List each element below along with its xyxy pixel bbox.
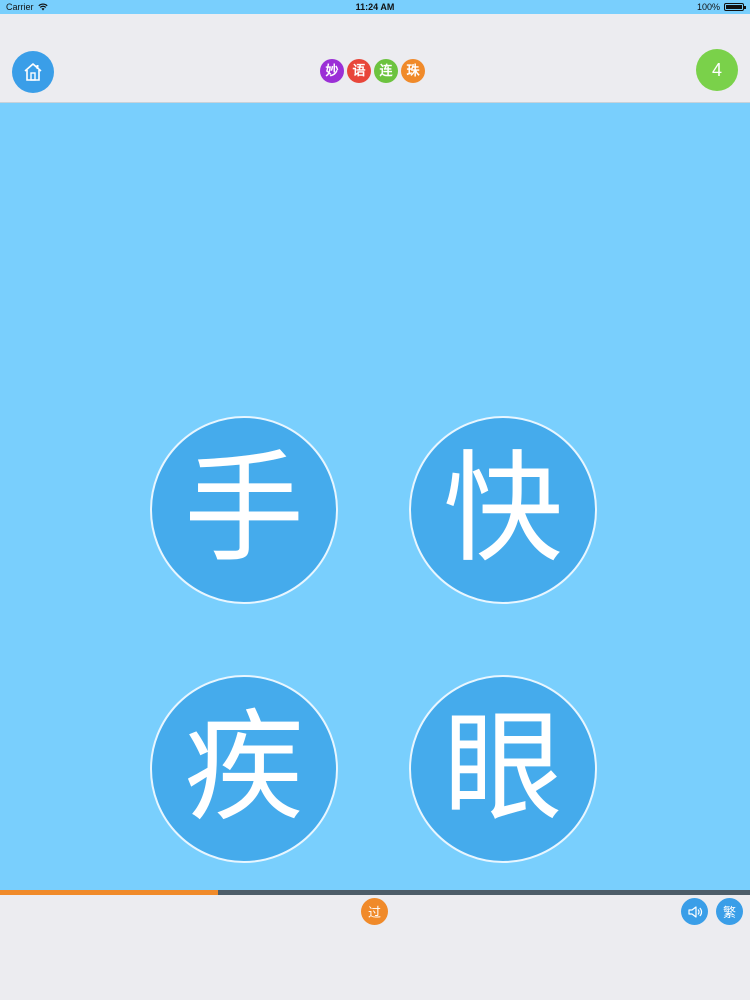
game-board: 手 快 疾 眼 (0, 103, 750, 890)
logo-character: 妙 (320, 59, 344, 83)
home-button[interactable] (12, 51, 54, 93)
skip-button[interactable]: 过 (361, 898, 388, 925)
character-tile[interactable]: 疾 (150, 675, 338, 863)
status-right: 100% (696, 2, 746, 12)
status-time: 11:24 AM (355, 2, 395, 12)
game-logo: 妙语连珠 (320, 59, 425, 83)
header: 妙语连珠 4 (0, 14, 750, 103)
home-icon (24, 63, 42, 81)
level-badge: 4 (696, 49, 738, 91)
logo-character: 语 (347, 59, 371, 83)
battery-percent: 100% (696, 2, 720, 12)
speaker-icon (687, 905, 702, 918)
battery-icon (724, 3, 746, 11)
logo-character: 珠 (401, 59, 425, 83)
character-tile[interactable]: 手 (150, 416, 338, 604)
game-screen: Carrier 11:24 AM 100% 妙语连珠 4 手 快 疾 眼 过 繁 (0, 0, 750, 1000)
sound-button[interactable] (681, 898, 708, 925)
logo-character: 连 (374, 59, 398, 83)
battery-level (726, 5, 742, 9)
character-tile[interactable]: 快 (409, 416, 597, 604)
traditional-chinese-button[interactable]: 繁 (716, 898, 743, 925)
character-tile[interactable]: 眼 (409, 675, 597, 863)
status-bar: Carrier 11:24 AM 100% (0, 0, 750, 14)
footer-toolbar: 过 繁 (0, 895, 750, 1000)
